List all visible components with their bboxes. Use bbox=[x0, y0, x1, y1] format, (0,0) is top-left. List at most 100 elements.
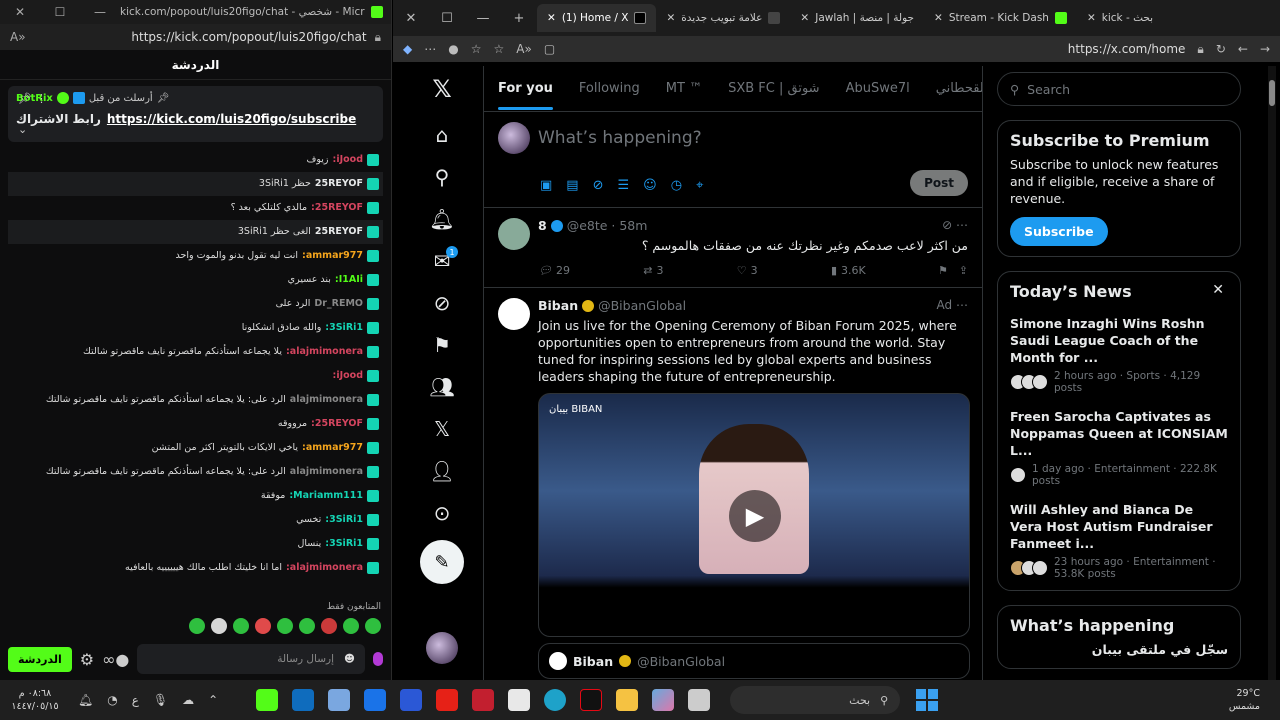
news-item[interactable]: Will Ashley and Bianca De Vera Host Auti… bbox=[1010, 501, 1228, 580]
weather-widget[interactable]: 29°C مشمس bbox=[1229, 687, 1260, 713]
input-language[interactable]: ع bbox=[132, 693, 139, 707]
minimize-window-icon[interactable]: — bbox=[465, 11, 501, 26]
tab-list-hamad[interactable]: حمد القحطاني bbox=[936, 81, 982, 96]
tab-kick-dash[interactable]: ✕ Stream - Kick Dash bbox=[924, 4, 1077, 32]
app-copilot-icon[interactable] bbox=[652, 689, 675, 711]
chat-username[interactable]: alajmimonera: bbox=[286, 561, 363, 575]
emote-icon[interactable] bbox=[299, 618, 315, 634]
app-shield-icon[interactable] bbox=[472, 689, 495, 711]
chat-username[interactable]: 3SiRi1: bbox=[325, 537, 363, 551]
tab-close-icon[interactable]: ✕ bbox=[934, 12, 943, 24]
reply-button[interactable]: 💬︎ 29 bbox=[538, 264, 570, 277]
emote-icon[interactable] bbox=[343, 618, 359, 634]
tab-close-icon[interactable]: ✕ bbox=[547, 12, 556, 24]
chat-input[interactable]: إرسال رسالة ☻ bbox=[137, 644, 365, 674]
emote-icon[interactable] bbox=[321, 618, 337, 634]
chat-username[interactable]: ammar977: bbox=[302, 249, 363, 263]
taskbar-search[interactable]: بحث ⚲ bbox=[730, 686, 901, 714]
kebab-menu-icon[interactable]: ⋮ bbox=[36, 92, 47, 105]
tab-close-icon[interactable]: ✕ bbox=[1087, 12, 1096, 24]
search-input[interactable]: ⚲ Search bbox=[997, 72, 1241, 106]
maximize-window-icon[interactable]: ☐ bbox=[40, 5, 80, 19]
app-office-icon[interactable] bbox=[508, 689, 531, 711]
account-avatar[interactable] bbox=[426, 632, 458, 664]
page-scrollbar[interactable] bbox=[1268, 66, 1276, 680]
forward-icon[interactable]: → bbox=[1260, 42, 1270, 56]
emote-icon[interactable] bbox=[277, 618, 293, 634]
repost-button[interactable]: ⇄ 3 bbox=[643, 264, 663, 277]
favorites-icon[interactable]: ☆ bbox=[471, 42, 482, 56]
emote-picker-icon[interactable]: ∞● bbox=[102, 650, 129, 669]
chat-username[interactable]: alajmimonera bbox=[290, 465, 363, 479]
bookmarks-icon[interactable]: ⚑ bbox=[420, 324, 464, 366]
new-tab-icon[interactable]: + bbox=[501, 11, 537, 26]
refresh-icon[interactable]: ↻ bbox=[1216, 42, 1226, 56]
tweet-author-name[interactable]: Biban bbox=[538, 298, 578, 313]
scrollbar-thumb[interactable] bbox=[1269, 80, 1275, 106]
more-options-icon[interactable]: ⊘ ⋯ bbox=[942, 218, 968, 232]
video-player[interactable]: بيبان BIBAN ▶ bbox=[538, 393, 970, 637]
home-icon[interactable]: ⌂ bbox=[420, 114, 464, 156]
emoji-icon[interactable]: ☺ bbox=[643, 178, 657, 193]
tab-close-icon[interactable]: ✕ bbox=[800, 12, 809, 24]
app-l-icon[interactable] bbox=[400, 689, 423, 711]
chat-username[interactable]: ammar977: bbox=[302, 441, 363, 455]
app-mail-icon[interactable] bbox=[364, 689, 387, 711]
grok-icon[interactable]: ⊘ bbox=[420, 282, 464, 324]
back-icon[interactable]: ← bbox=[1238, 42, 1248, 56]
tweet-author-name[interactable]: 8 bbox=[538, 218, 547, 233]
gif-icon[interactable]: ▤ bbox=[566, 178, 578, 193]
notifications-bell-icon[interactable]: 🔔︎ bbox=[420, 198, 464, 240]
tweet-handle[interactable]: @e8te · 58m bbox=[567, 218, 648, 233]
tab-close-icon[interactable]: ✕ bbox=[666, 12, 675, 24]
reader-icon[interactable]: A» bbox=[10, 30, 26, 44]
smiley-icon[interactable]: ☻ bbox=[344, 653, 355, 665]
settings-icon[interactable]: ⚙ bbox=[80, 650, 94, 669]
app-kick-icon[interactable] bbox=[256, 689, 279, 711]
mic-icon[interactable] bbox=[373, 652, 383, 666]
maximize-window-icon[interactable]: ☐ bbox=[429, 11, 465, 26]
read-aloud-icon[interactable]: A» bbox=[516, 42, 532, 56]
location-icon[interactable]: ⌖ bbox=[696, 178, 703, 193]
close-icon[interactable]: ✕ bbox=[1212, 282, 1224, 298]
x-url[interactable]: https://x.com/home bbox=[567, 42, 1186, 56]
more-icon[interactable]: ⋯ bbox=[424, 42, 436, 56]
windows-start-icon[interactable] bbox=[916, 689, 939, 711]
chevron-down-icon[interactable]: ⌄ bbox=[18, 123, 27, 136]
chat-send-button[interactable]: الدردشة bbox=[8, 646, 72, 672]
tab-x-home[interactable]: ✕ (1) Home / X bbox=[537, 4, 657, 32]
app-youtube-icon[interactable] bbox=[436, 689, 459, 711]
tab-kick-search[interactable]: ✕ kick - بحث bbox=[1077, 4, 1163, 32]
left-url[interactable]: https://kick.com/popout/luis20figo/chat bbox=[26, 30, 375, 44]
chat-username[interactable]: 25REYOF: bbox=[311, 201, 363, 215]
emote-icon[interactable] bbox=[189, 618, 205, 634]
messages-envelope-icon[interactable]: ✉ 1 bbox=[420, 240, 464, 282]
chat-username[interactable]: alajmimonera: bbox=[286, 345, 363, 359]
taskbar-clock[interactable]: ٠٨:٦٨ م ١٤٤٧/٠٥/١٥ bbox=[0, 687, 70, 713]
tweet-avatar[interactable] bbox=[498, 218, 530, 250]
chat-username[interactable]: Dr_REMO bbox=[314, 297, 363, 311]
microphone-icon[interactable]: 🎙︎ bbox=[153, 693, 168, 707]
x-logo-icon[interactable]: 𝕏 bbox=[420, 68, 464, 110]
app-store-icon[interactable] bbox=[328, 689, 351, 711]
tab-new[interactable]: ✕ علامة تبويب جديدة bbox=[656, 4, 790, 32]
tweet[interactable]: ⊘ ⋯ 8 @e8te · 58m من اكثر لاعب صدمكم وغي… bbox=[484, 208, 982, 288]
views-button[interactable]: ▮ 3.6K bbox=[831, 264, 866, 277]
whats-happening-item[interactable]: سجّل في ملتقى بيبان bbox=[1010, 641, 1228, 658]
more-circle-icon[interactable]: ⊙ bbox=[420, 492, 464, 534]
onedrive-cloud-icon[interactable]: ☁ bbox=[182, 693, 194, 707]
minimize-window-icon[interactable]: — bbox=[80, 5, 120, 19]
chat-username[interactable]: 3SiRi1: bbox=[325, 321, 363, 335]
tab-following[interactable]: Following bbox=[579, 81, 640, 96]
composer-input[interactable]: What’s happening? bbox=[538, 128, 702, 148]
grok-icon[interactable]: ⊘ bbox=[593, 178, 604, 193]
tweet-avatar[interactable] bbox=[498, 298, 530, 330]
explore-search-icon[interactable]: ⚲ bbox=[420, 156, 464, 198]
tab-list-abuswe7l[interactable]: AbuSwe7l bbox=[846, 81, 910, 96]
wifi-icon[interactable]: ◔ bbox=[107, 693, 117, 707]
left-address-bar[interactable]: A» https://kick.com/popout/luis20figo/ch… bbox=[0, 24, 391, 50]
chat-username[interactable]: 25REYOF bbox=[315, 225, 363, 239]
chat-username[interactable]: I1AIi: bbox=[335, 273, 363, 287]
app-file-explorer-icon[interactable] bbox=[616, 689, 639, 711]
copilot-icon[interactable]: ◆ bbox=[403, 42, 412, 56]
